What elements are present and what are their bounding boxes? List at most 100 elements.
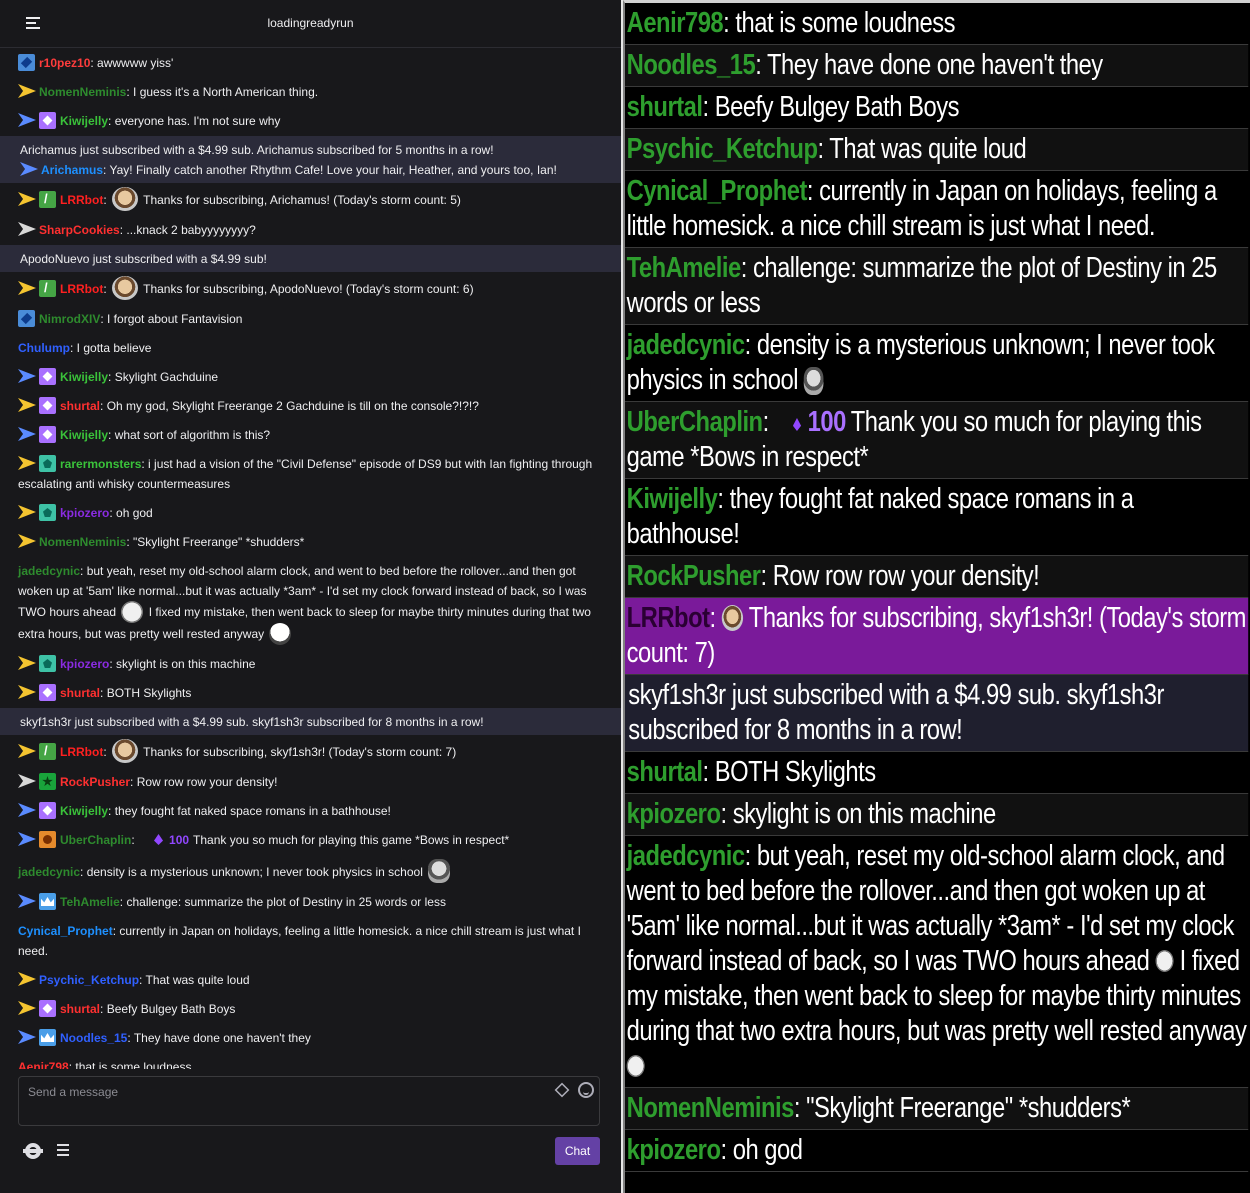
- username[interactable]: NimrodXIV: [39, 312, 100, 326]
- message-text: Yay! Finally catch another Rhythm Cafe! …: [109, 163, 557, 177]
- chat-message: kpiozero: oh god: [0, 499, 621, 528]
- overlay-text: Beefy Bulgey Bath Boys: [714, 91, 960, 123]
- username[interactable]: Arichamus: [41, 163, 103, 177]
- username[interactable]: kpiozero: [60, 657, 109, 671]
- overlay-message: shurtal: BOTH Skylights: [625, 752, 1249, 794]
- message-text: density is a mysterious unknown; I never…: [86, 865, 423, 879]
- arrow-badge-icon: [18, 427, 36, 441]
- crown-badge-icon: [39, 1029, 56, 1046]
- chat-message: Aenir798: that is some loudness: [0, 1053, 621, 1069]
- message-text: I forgot about Fantavision: [107, 312, 243, 326]
- arrow-badge-icon: [18, 774, 36, 788]
- username[interactable]: shurtal: [60, 1002, 100, 1016]
- username[interactable]: shurtal: [60, 399, 100, 413]
- face-emote-icon: [112, 276, 138, 300]
- arrow-badge-icon: [18, 84, 36, 98]
- chat-message: TehAmelie: challenge: summarize the plot…: [0, 888, 621, 917]
- username[interactable]: SharpCookies: [39, 223, 120, 237]
- purple-badge-icon: [39, 426, 56, 443]
- grin-emote-icon: [1155, 950, 1174, 972]
- chat-input-box[interactable]: [18, 1076, 600, 1126]
- username[interactable]: Cynical_Prophet: [18, 924, 113, 938]
- username[interactable]: shurtal: [60, 686, 100, 700]
- username[interactable]: kpiozero: [60, 506, 109, 520]
- username[interactable]: Kiwijelly: [60, 114, 108, 128]
- username[interactable]: Noodles_15: [60, 1031, 127, 1045]
- chat-input[interactable]: [19, 1077, 549, 1125]
- overlay-text: that is some loudness: [735, 7, 956, 39]
- message-text: Thanks for subscribing, Arichamus! (Toda…: [143, 193, 461, 207]
- arrow-badge-icon: [18, 832, 36, 846]
- sub-notice-text: ApodoNuevo just subscribed with a $4.99 …: [20, 252, 267, 266]
- username[interactable]: RockPusher: [60, 775, 130, 789]
- message-text: Beefy Bulgey Bath Boys: [106, 1002, 236, 1016]
- channel-name: loadingreadyrun: [267, 16, 354, 30]
- username[interactable]: Aenir798: [18, 1060, 69, 1069]
- username[interactable]: UberChaplin: [60, 833, 131, 847]
- username[interactable]: rarermonsters: [60, 457, 141, 471]
- username[interactable]: Psychic_Ketchup: [39, 973, 139, 987]
- overlay-username: LRRbot: [626, 602, 710, 634]
- chat-message: SharpCookies: ...knack 2 babyyyyyyyy?: [0, 216, 621, 245]
- gear-icon[interactable]: [23, 1143, 43, 1159]
- arrow-badge-icon: [18, 113, 36, 127]
- overlay-message: kpiozero: skylight is on this machine: [625, 794, 1249, 836]
- overlay-message: jadedcynic: density is a mysterious unkn…: [625, 325, 1249, 402]
- overlay-username: kpiozero: [626, 798, 721, 830]
- chat-message: Kiwijelly: they fought fat naked space r…: [0, 797, 621, 826]
- chat-message: jadedcynic: but yeah, reset my old-schoo…: [0, 557, 621, 650]
- message-text: oh god: [116, 506, 153, 520]
- chat-message: LRRbot: Thanks for subscribing, Arichamu…: [0, 183, 621, 216]
- overlay-username: jadedcynic: [626, 840, 745, 872]
- purple-badge-icon: [39, 1000, 56, 1017]
- username[interactable]: Kiwijelly: [60, 428, 108, 442]
- overlay-message: NomenNeminis: "Skylight Freerange" *shud…: [625, 1088, 1249, 1130]
- username[interactable]: TehAmelie: [60, 895, 120, 909]
- overlay-sub-notice: skyf1sh3r just subscribed with a $4.99 s…: [625, 675, 1249, 752]
- message-text: challenge: summarize the plot of Destiny…: [126, 895, 446, 909]
- username[interactable]: jadedcynic: [18, 865, 80, 879]
- username[interactable]: Chulump: [18, 341, 70, 355]
- chat-message: Kiwijelly: everyone has. I'm not sure wh…: [0, 107, 621, 136]
- username[interactable]: Kiwijelly: [60, 804, 108, 818]
- chat-message-list[interactable]: r10pez10: awwwww yiss' NomenNeminis: I gu…: [0, 49, 621, 1069]
- message-text: everyone has. I'm not sure why: [114, 114, 281, 128]
- username[interactable]: r10pez10: [39, 56, 90, 70]
- overlay-username: RockPusher: [626, 560, 761, 592]
- overlay-message: jadedcynic: but yeah, reset my old-schoo…: [625, 836, 1249, 1088]
- arrow-badge-icon: [18, 1001, 36, 1015]
- overlay-message: Cynical_Prophet: currently in Japan on h…: [625, 171, 1249, 248]
- arrow-badge-icon: [18, 894, 36, 908]
- username[interactable]: LRRbot: [60, 745, 103, 759]
- message-text: what sort of algorithm is this?: [114, 428, 271, 442]
- overlay-text: That was quite loud: [829, 133, 1027, 165]
- message-text: Thanks for subscribing, ApodoNuevo! (Tod…: [143, 282, 474, 296]
- overlay-text: BOTH Skylights: [714, 756, 876, 788]
- crown-badge-icon: [39, 893, 56, 910]
- purple-badge-icon: [39, 112, 56, 129]
- chat-message: NomenNeminis: "Skylight Freerange" *shud…: [0, 528, 621, 557]
- message-text: "Skylight Freerange" *shudders*: [133, 535, 305, 549]
- arrow-badge-icon: [18, 398, 36, 412]
- arrow-badge-icon: [18, 369, 36, 383]
- smiley-icon[interactable]: [578, 1082, 594, 1098]
- star-badge-icon: [39, 773, 56, 790]
- green-badge-icon: [39, 278, 56, 298]
- bits-icon[interactable]: [554, 1082, 570, 1098]
- arrow-badge-icon: [18, 505, 36, 519]
- username[interactable]: LRRbot: [60, 282, 103, 296]
- face-emote-icon: [112, 187, 138, 211]
- username[interactable]: LRRbot: [60, 193, 103, 207]
- chat-message: UberChaplin: 100 Thank you so much for pl…: [0, 826, 621, 855]
- purple-badge-icon: [39, 368, 56, 385]
- bits-amount: 100: [169, 833, 190, 847]
- chat-send-button[interactable]: Chat: [555, 1137, 600, 1165]
- chat-panel: loadingreadyrun r10pez10: awwwww yiss' No…: [0, 0, 621, 1193]
- chat-header: loadingreadyrun: [0, 0, 621, 48]
- arrow-badge-icon: [18, 534, 36, 548]
- username[interactable]: NomenNeminis: [39, 85, 126, 99]
- username[interactable]: jadedcynic: [18, 564, 80, 578]
- username[interactable]: NomenNeminis: [39, 535, 126, 549]
- username[interactable]: Kiwijelly: [60, 370, 108, 384]
- list-icon[interactable]: [57, 1144, 69, 1156]
